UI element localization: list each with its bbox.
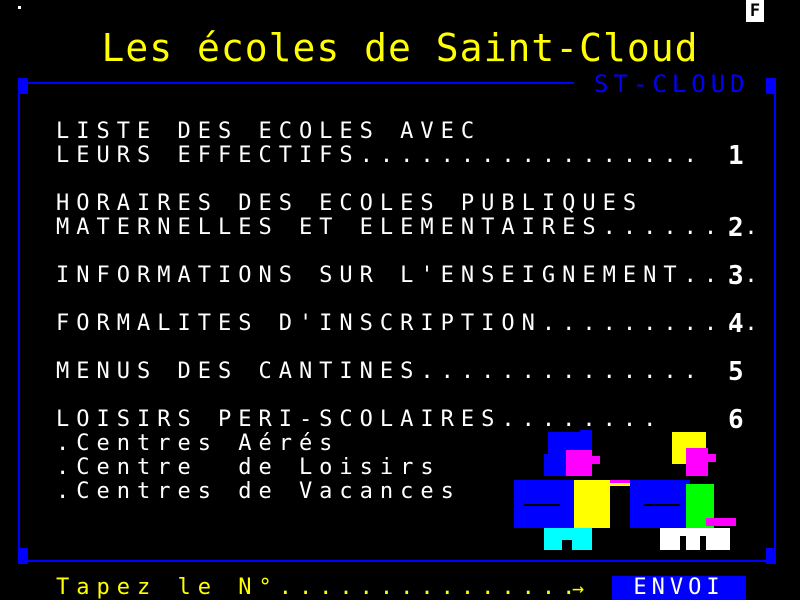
menu-item-1-number[interactable]: 1 xyxy=(728,143,744,169)
menu-item-2-line1[interactable]: HORAIRES DES ECOLES PUBLIQUES xyxy=(56,192,643,216)
arrow-right-icon: → xyxy=(572,576,585,600)
frame-right-line xyxy=(774,94,776,548)
sub-item-centres-vacances: .Centres de Vacances xyxy=(56,479,461,504)
leader-dots: .............. xyxy=(420,359,704,384)
menu-item-2-line2[interactable]: MATERNELLES ET ELEMENTAIRES........ xyxy=(56,216,765,240)
menu-item-1-line2[interactable]: LEURS EFFECTIFS................. xyxy=(56,144,704,168)
children-illustration xyxy=(510,428,750,554)
menu-item-3[interactable]: INFORMATIONS SUR L'ENSEIGNEMENT.... xyxy=(56,264,765,288)
sub-item-centre-loisirs: .Centre de Loisirs xyxy=(56,455,441,480)
leader-dots: .... xyxy=(683,263,765,288)
menu-item-4-number[interactable]: 4 xyxy=(728,311,744,337)
number-prompt: Tapez le N°............... xyxy=(56,575,583,600)
frame-top-line xyxy=(28,82,574,84)
status-dot xyxy=(18,6,21,9)
frame-left-line xyxy=(18,94,20,548)
frame-corner-top-left xyxy=(18,78,28,94)
frame-corner-top-right xyxy=(766,78,776,94)
menu-item-1-line1[interactable]: LISTE DES ECOLES AVEC xyxy=(56,120,481,144)
menu-item-2-number[interactable]: 2 xyxy=(728,215,744,241)
station-label: ST-CLOUD xyxy=(594,70,750,98)
status-indicator: F xyxy=(746,0,764,22)
frame-corner-bottom-left xyxy=(18,548,28,564)
frame-bottom-line xyxy=(28,560,774,562)
menu-item-5[interactable]: MENUS DES CANTINES.............. xyxy=(56,360,704,384)
menu-item-5-number[interactable]: 5 xyxy=(728,359,744,385)
send-button[interactable]: ENVOI xyxy=(612,576,746,600)
leader-dots: ................. xyxy=(359,143,704,168)
page-title: Les écoles de Saint-Cloud xyxy=(101,26,699,70)
menu-item-4[interactable]: FORMALITES D'INSCRIPTION........... xyxy=(56,312,765,336)
sub-item-centres-aeres: .Centres Aérés xyxy=(56,431,340,456)
menu-item-3-number[interactable]: 3 xyxy=(728,263,744,289)
